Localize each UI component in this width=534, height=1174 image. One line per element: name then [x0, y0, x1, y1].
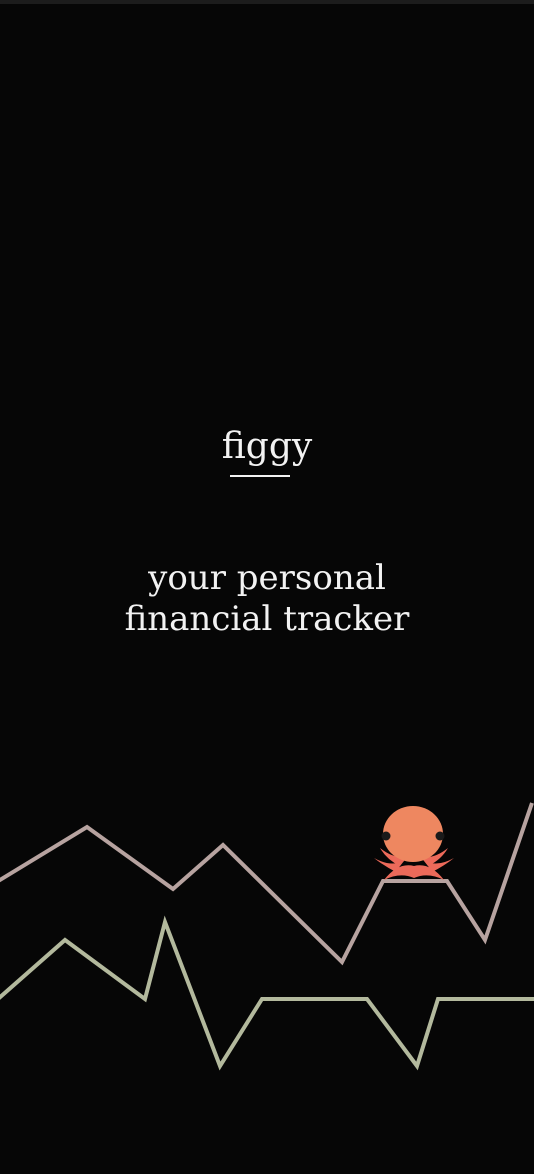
octopus-mascot-icon	[374, 806, 454, 880]
decorative-line-lower	[0, 915, 534, 1071]
decorative-lines	[0, 802, 534, 1071]
decorative-line-upper	[0, 802, 534, 966]
